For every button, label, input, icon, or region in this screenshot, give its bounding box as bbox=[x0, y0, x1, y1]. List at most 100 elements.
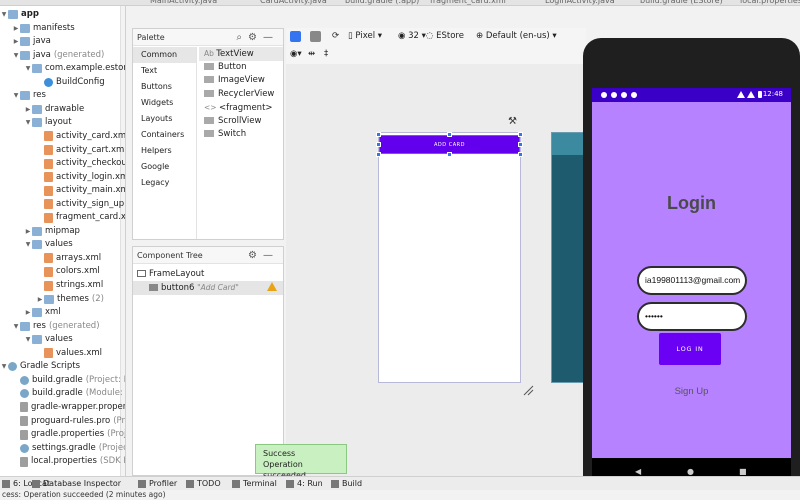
design-canvas[interactable]: ADD CARD ⚒ bbox=[286, 64, 586, 476]
tree-item[interactable]: ▼ java (generated) bbox=[12, 49, 104, 62]
tool-window-build[interactable]: Build bbox=[331, 478, 362, 490]
tree-item[interactable]: ▶ mipmap bbox=[24, 225, 80, 238]
resize-handle[interactable] bbox=[376, 142, 381, 147]
tree-item[interactable]: ▼ Gradle Scripts bbox=[0, 360, 80, 373]
tree-item[interactable]: activity_cart.xml bbox=[36, 144, 125, 157]
editor-tab[interactable]: MainActivity.java bbox=[150, 0, 217, 5]
resize-handle[interactable] bbox=[447, 152, 452, 157]
palette-category[interactable]: Legacy bbox=[133, 175, 196, 191]
resize-corner-icon[interactable] bbox=[522, 384, 534, 396]
component-tree-root[interactable]: FrameLayout bbox=[133, 267, 283, 281]
eye-icon[interactable]: ◉▾ bbox=[290, 46, 302, 63]
tree-item[interactable]: activity_checkout.xml bbox=[36, 157, 125, 170]
tree-item[interactable]: ▶ themes (2) bbox=[36, 293, 104, 306]
tree-item[interactable]: ▼ values bbox=[24, 238, 73, 251]
tree-item[interactable]: arrays.xml bbox=[36, 252, 101, 265]
align-icon[interactable]: ‡ bbox=[324, 46, 328, 63]
wrench-icon[interactable]: ⚒ bbox=[508, 116, 517, 127]
chevron-down-icon[interactable]: ▼ bbox=[24, 62, 32, 75]
palette-item[interactable]: Switch bbox=[199, 128, 283, 142]
tree-item[interactable]: settings.gradle(Project Setting bbox=[12, 442, 125, 455]
locale-selector[interactable]: ⊕ Default (en-us) ▾ bbox=[476, 28, 557, 45]
tool-window-terminal[interactable]: Terminal bbox=[232, 478, 277, 490]
palette-category[interactable]: Containers bbox=[133, 127, 196, 143]
login-button[interactable]: LOG IN bbox=[659, 333, 721, 365]
resize-handle[interactable] bbox=[376, 132, 381, 137]
api-selector[interactable]: ◉ 32 ▾ bbox=[398, 28, 426, 45]
resize-handle[interactable] bbox=[518, 142, 523, 147]
gear-icon[interactable]: ⚙ bbox=[248, 32, 263, 43]
tool-window-run[interactable]: 4: Run bbox=[286, 478, 323, 490]
back-icon[interactable]: ◀ bbox=[635, 467, 641, 476]
password-field[interactable]: •••••• bbox=[637, 302, 747, 331]
orientation-icon[interactable]: ⟳ bbox=[332, 28, 339, 45]
chevron-right-icon[interactable]: ▶ bbox=[36, 293, 44, 306]
tree-item[interactable]: local.properties(SDK Location bbox=[12, 455, 125, 468]
signup-link[interactable]: Sign Up bbox=[592, 386, 791, 397]
layout-preview[interactable]: ADD CARD bbox=[376, 132, 523, 383]
tool-window-profiler[interactable]: Profiler bbox=[138, 478, 177, 490]
chevron-down-icon[interactable]: ▼ bbox=[0, 360, 8, 373]
chevron-right-icon[interactable]: ▶ bbox=[12, 22, 20, 35]
tool-window-todo[interactable]: TODO bbox=[186, 478, 221, 490]
chevron-down-icon[interactable]: ▼ bbox=[12, 320, 20, 333]
theme-selector[interactable]: ◌ EStore bbox=[426, 28, 464, 45]
tree-item[interactable]: gradle-wrapper.properties(Gra bbox=[12, 401, 125, 414]
palette-item[interactable]: Button bbox=[199, 61, 283, 75]
chevron-down-icon[interactable]: ▼ bbox=[24, 238, 32, 251]
warning-icon[interactable] bbox=[267, 282, 277, 291]
resize-handle[interactable] bbox=[518, 132, 523, 137]
palette-item[interactable]: Ab TextView bbox=[199, 47, 283, 61]
tree-item[interactable]: build.gradle(Project: EStore) bbox=[12, 374, 125, 387]
tree-item[interactable]: activity_main.xml bbox=[36, 184, 125, 197]
chevron-down-icon[interactable]: ▼ bbox=[24, 116, 32, 129]
device-selector[interactable]: ▯ Pixel ▾ bbox=[348, 28, 382, 45]
chevron-right-icon[interactable]: ▶ bbox=[12, 35, 20, 48]
chevron-right-icon[interactable]: ▶ bbox=[24, 103, 32, 116]
chevron-right-icon[interactable]: ▶ bbox=[24, 225, 32, 238]
chevron-down-icon[interactable]: ▼ bbox=[12, 89, 20, 102]
editor-tab[interactable]: local.properties bbox=[740, 0, 800, 5]
tree-item[interactable]: activity_card.xml bbox=[36, 130, 125, 143]
tree-item[interactable]: BuildConfig bbox=[36, 76, 105, 89]
success-notification[interactable]: Success Operation succeeded bbox=[255, 444, 347, 480]
editor-tab[interactable]: LoginActivity.java bbox=[545, 0, 615, 5]
tool-window-database-inspector[interactable]: Database Inspector bbox=[32, 478, 121, 490]
editor-tab[interactable]: build.gradle (EStore) bbox=[640, 0, 723, 5]
chevron-down-icon[interactable]: ▼ bbox=[12, 49, 20, 62]
tree-item[interactable]: ▼ com.example.estore bbox=[24, 62, 125, 75]
editor-tab[interactable]: CardActivity.java bbox=[260, 0, 327, 5]
email-field[interactable]: ia199801113@gmail.com bbox=[637, 266, 747, 295]
tree-item[interactable]: ▼ app bbox=[0, 8, 39, 21]
chevron-down-icon[interactable]: ▼ bbox=[24, 333, 32, 346]
tree-item[interactable]: ▼ layout bbox=[24, 116, 72, 129]
tree-item[interactable]: ▶ xml bbox=[24, 306, 61, 319]
margin-icon[interactable]: ⇹ bbox=[308, 46, 315, 63]
tree-item[interactable]: strings.xml bbox=[36, 279, 103, 292]
tree-item[interactable]: ▶ manifests bbox=[12, 22, 75, 35]
search-icon[interactable]: ⌕ bbox=[236, 32, 248, 43]
tree-item[interactable]: build.gradle(Module: EStore.a bbox=[12, 387, 125, 400]
component-tree-child[interactable]: button6 "Add Card" bbox=[133, 281, 283, 295]
palette-category[interactable]: Common bbox=[133, 47, 196, 63]
palette-item[interactable]: <> <fragment> bbox=[199, 101, 283, 115]
resize-handle[interactable] bbox=[518, 152, 523, 157]
tree-item[interactable]: ▼ res bbox=[12, 89, 46, 102]
tree-item[interactable]: ▼ res (generated) bbox=[12, 320, 100, 333]
chevron-right-icon[interactable]: ▶ bbox=[24, 306, 32, 319]
chevron-down-icon[interactable]: ▼ bbox=[0, 8, 8, 21]
tree-item[interactable]: gradle.properties(Project Prop bbox=[12, 428, 125, 441]
editor-tab[interactable]: build.gradle (:app) bbox=[345, 0, 419, 5]
tree-item[interactable]: ▶ drawable bbox=[24, 103, 84, 116]
tree-item[interactable]: activity_sign_up.xml bbox=[36, 198, 125, 211]
tree-item[interactable]: proguard-rules.pro(ProGuard bbox=[12, 415, 125, 428]
emulator-screen[interactable]: Login ia199801113@gmail.com •••••• LOG I… bbox=[592, 88, 791, 458]
palette-item[interactable]: RecyclerView bbox=[199, 88, 283, 102]
resize-handle[interactable] bbox=[376, 152, 381, 157]
palette-category[interactable]: Google bbox=[133, 159, 196, 175]
home-icon[interactable]: ● bbox=[687, 467, 694, 476]
design-surface-icon[interactable] bbox=[290, 31, 301, 42]
palette-item[interactable]: ScrollView bbox=[199, 115, 283, 129]
resize-handle[interactable] bbox=[447, 132, 452, 137]
editor-tab[interactable]: fragment_card.xml bbox=[430, 0, 506, 5]
